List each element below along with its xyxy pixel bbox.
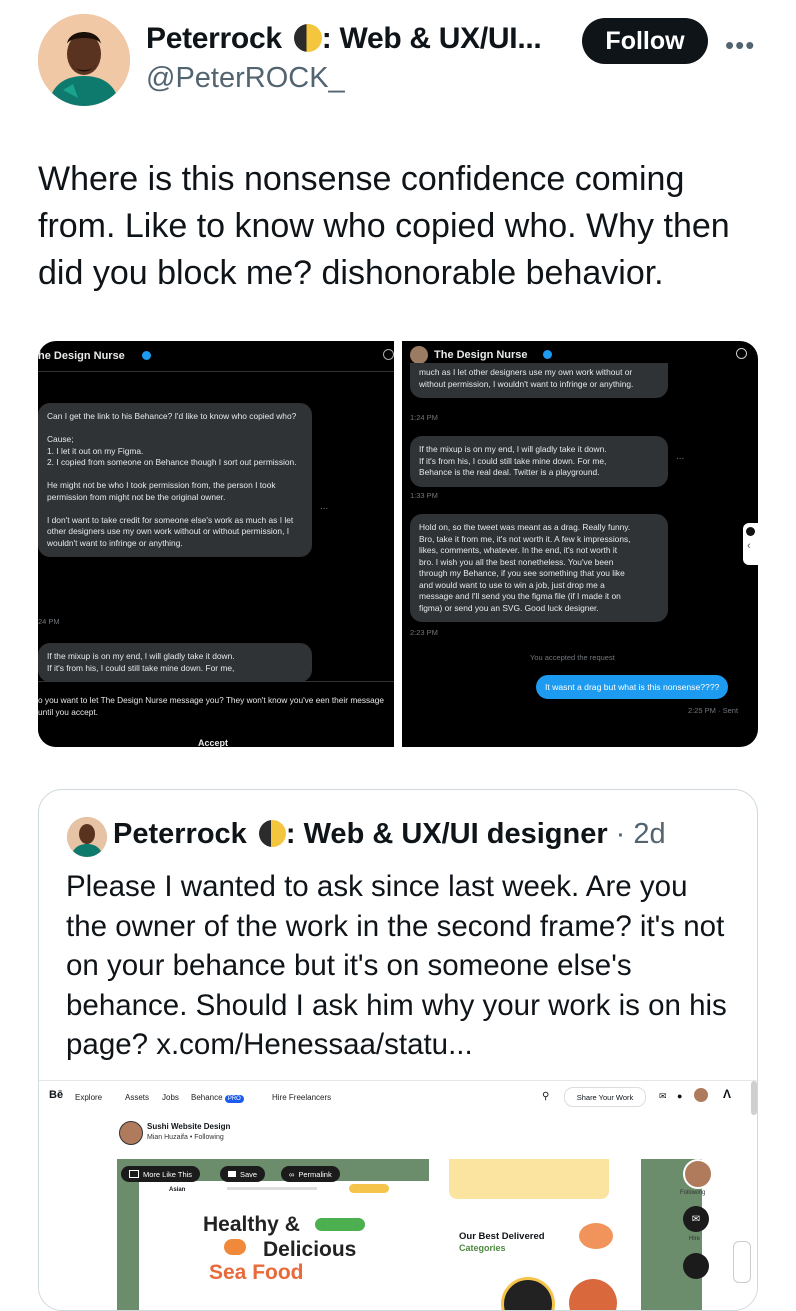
categories-title: Our Best Delivered bbox=[459, 1231, 545, 1242]
dm-message-bubble: Can I get the link to his Behance? I'd l… bbox=[38, 403, 312, 557]
sushi-image bbox=[579, 1223, 613, 1249]
bell-icon: ● bbox=[677, 1091, 683, 1101]
scroll-handle bbox=[733, 1241, 751, 1283]
verified-badge-icon bbox=[141, 351, 151, 360]
quoted-author-name: Peterrock : Web & UX/UI designer · 2d bbox=[113, 818, 666, 850]
save-button: Save bbox=[220, 1166, 266, 1182]
folder-icon bbox=[228, 1171, 236, 1177]
dm-message-bubble: Hold on, so the tweet was meant as a dra… bbox=[410, 514, 668, 622]
hero-card: Asian Healthy & Delicious Sea Food bbox=[139, 1181, 429, 1310]
message-time: 24 PM bbox=[38, 617, 60, 626]
more-options-icon[interactable]: ••• bbox=[725, 30, 755, 61]
avatar bbox=[410, 346, 428, 364]
hero-nav bbox=[227, 1187, 317, 1190]
sent-time: 2:25 PM · Sent bbox=[688, 706, 739, 715]
hero-title-line-3: Sea Food bbox=[209, 1261, 304, 1284]
author-handle[interactable]: @PeterROCK_ bbox=[146, 62, 345, 95]
behance-preview-image[interactable]: Bē Explore Assets Jobs Behance PRO Hire … bbox=[39, 1080, 757, 1310]
message-options-icon[interactable]: ... bbox=[676, 451, 684, 462]
project-owner-avatar bbox=[119, 1121, 143, 1145]
image-icon bbox=[129, 1170, 139, 1178]
follow-button[interactable]: Follow bbox=[582, 18, 708, 64]
behance-logo: Bē bbox=[49, 1089, 64, 1101]
moon-emoji-icon bbox=[293, 24, 322, 52]
info-icon[interactable] bbox=[736, 348, 747, 359]
quoted-tweet-date: · 2d bbox=[615, 818, 666, 850]
request-text: o you want to let The Design Nurse messa… bbox=[38, 695, 384, 717]
collapse-arrow-icon[interactable]: ‹ bbox=[743, 523, 758, 565]
adobe-icon: Λ bbox=[723, 1087, 732, 1101]
sent-message-bubble: It wasnt a drag but what is this nonsens… bbox=[536, 675, 729, 699]
behance-nav-hire: Hire Freelancers bbox=[272, 1093, 332, 1102]
dish-image bbox=[501, 1277, 555, 1310]
dm-message-bubble: If the mixup is on my end, I will gladly… bbox=[410, 436, 668, 487]
hero-label: Asian bbox=[169, 1187, 186, 1193]
dm-header-right: The Design Nurse bbox=[434, 349, 552, 361]
play-icon bbox=[224, 1239, 246, 1255]
categories-panel: Our Best Delivered Categories bbox=[429, 1159, 641, 1310]
media-image-left[interactable]: he Design Nurse Can I get the link to hi… bbox=[38, 341, 394, 747]
message-request-panel: o you want to let The Design Nurse messa… bbox=[38, 681, 394, 747]
dm-header-left: he Design Nurse bbox=[38, 350, 151, 362]
message-time: 1:33 PM bbox=[410, 491, 438, 500]
author-avatar[interactable] bbox=[38, 14, 130, 106]
mail-icon: ✉ bbox=[659, 1091, 667, 1101]
hero-button bbox=[349, 1184, 389, 1193]
info-icon[interactable] bbox=[383, 349, 394, 360]
request-accepted-note: You accepted the request bbox=[530, 653, 615, 662]
verified-badge-icon bbox=[542, 350, 552, 359]
food-banner bbox=[449, 1159, 609, 1199]
accept-button[interactable]: Accept bbox=[198, 738, 228, 747]
hero-title-line-1: Healthy & bbox=[203, 1213, 300, 1236]
media-image-right[interactable]: The Design Nurse much as I let other des… bbox=[402, 341, 758, 747]
side-hire-label: Hire bbox=[689, 1236, 701, 1242]
dm-message-bubble: much as I let other designers use my own… bbox=[410, 363, 668, 398]
more-like-this-button: More Like This bbox=[121, 1166, 201, 1182]
adobe-xd-icon bbox=[683, 1253, 709, 1279]
side-avatar bbox=[683, 1159, 713, 1189]
dish-image bbox=[569, 1279, 617, 1310]
message-time: 1:24 PM bbox=[410, 413, 438, 422]
behance-nav-assets: Assets bbox=[125, 1093, 150, 1102]
permalink-button: ∞ Permalink bbox=[281, 1166, 340, 1182]
message-time: 2:23 PM bbox=[410, 628, 438, 637]
avatar bbox=[694, 1088, 708, 1102]
author-name[interactable]: Peterrock : Web & UX/UI... bbox=[146, 22, 542, 56]
hero-title-line-2: Delicious bbox=[263, 1238, 357, 1261]
message-options-icon[interactable]: ... bbox=[320, 501, 328, 512]
tweet-text: Where is this nonsense confidence coming… bbox=[38, 160, 730, 292]
project-title: Sushi Website Design bbox=[147, 1122, 231, 1131]
moon-emoji-icon bbox=[258, 820, 286, 847]
quoted-tweet[interactable]: Peterrock : Web & UX/UI designer · 2d Pl… bbox=[38, 789, 758, 1311]
quoted-author-avatar bbox=[67, 817, 107, 857]
share-work-button: Share Your Work bbox=[564, 1087, 646, 1107]
side-following-label: Following bbox=[680, 1190, 706, 1196]
behance-nav-explore: Explore bbox=[75, 1093, 103, 1102]
project-cover: Asian Healthy & Delicious Sea Food Our B… bbox=[117, 1159, 702, 1310]
divider bbox=[38, 371, 394, 372]
hire-mail-icon: ✉ bbox=[683, 1206, 709, 1232]
quoted-tweet-text: Please I wanted to ask since last week. … bbox=[66, 870, 727, 1061]
categories-subtitle: Categories bbox=[459, 1243, 506, 1253]
search-icon: ⚲ bbox=[542, 1091, 550, 1102]
behance-nav-jobs: Jobs bbox=[162, 1093, 179, 1102]
pro-badge: PRO bbox=[224, 1095, 244, 1103]
link-icon: ∞ bbox=[289, 1169, 295, 1179]
project-owner: Mian Huzaifa • Following bbox=[147, 1134, 224, 1141]
scrollbar bbox=[751, 1081, 757, 1115]
dm-message-bubble: If the mixup is on my end, I will gladly… bbox=[38, 643, 312, 682]
behance-nav-behance: Behance PRO bbox=[191, 1093, 244, 1103]
hero-badge bbox=[315, 1218, 365, 1231]
